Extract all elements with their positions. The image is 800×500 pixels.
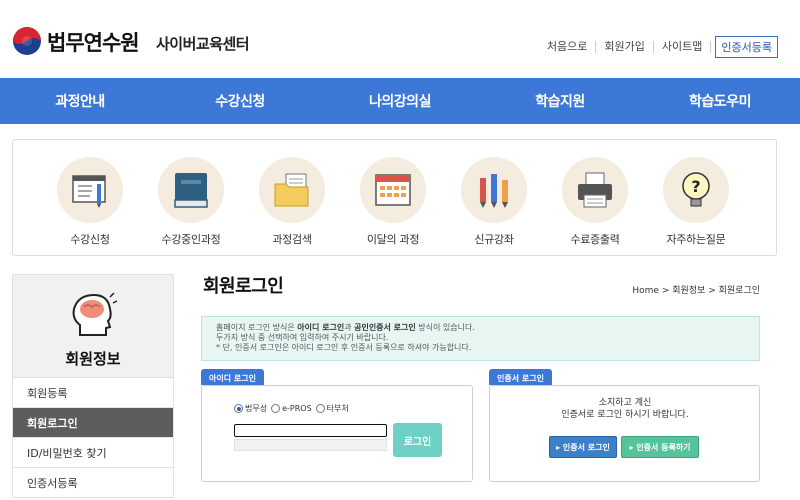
radio-label: 법무성 [245,404,268,413]
sidebar-item-member-register[interactable]: 회원등록 [12,378,174,408]
nav-learning-help[interactable]: 학습도우미 [640,78,800,124]
quick-item-new-courses[interactable]: 신규강좌 [444,157,544,247]
quick-label: 자주하는질문 [666,233,726,246]
radio-ministry[interactable] [234,404,243,413]
quick-item-faq[interactable]: ? 자주하는질문 [646,157,746,247]
cert-register-top-button[interactable]: 인증서등록 [715,36,778,58]
printer-icon [578,172,612,208]
sidebar-header: 회원정보 [12,274,174,378]
quick-menu: 수강신청 수강중인과정 과정검색 이달의 과정 신규강좌 수료증출력 ? 자주하… [12,139,777,256]
radio-label: e-PROS [282,404,312,413]
signup-link[interactable]: 회원가입 [596,41,654,53]
lightbulb-question-icon: ? [682,172,710,207]
sidebar: 회원정보 회원등록 회원로그인 ID/비밀번호 찾기 인증서등록 [12,274,174,500]
nav-enrollment[interactable]: 수강신청 [160,78,320,124]
sidebar-item-cert-register[interactable]: 인증서등록 [12,468,174,498]
radio-epros[interactable] [271,404,281,413]
nav-course-info[interactable]: 과정안내 [0,78,160,124]
cert-message-line: 소지하고 계신 [598,398,652,408]
notice-text: 방식이 있습니다. [415,323,475,332]
cert-login-message: 소지하고 계신 인증서로 로그인 하시기 바랍니다. [490,397,760,421]
nav-learning-support[interactable]: 학습지원 [480,78,640,124]
cert-login-tab[interactable]: 인증서 로그인 [489,369,552,385]
radio-other-ministry[interactable] [315,404,325,413]
main-navigation: 과정안내 수강신청 나의강의실 학습지원 학습도우미 [0,78,800,124]
quick-item-current-courses[interactable]: 수강중인과정 [141,157,241,247]
head-brain-icon [72,292,118,336]
quick-label: 이달의 과정 [366,233,420,246]
nav-my-classroom[interactable]: 나의강의실 [320,78,480,124]
logo-title[interactable]: 법무연수원 [47,27,140,57]
folder-icon [274,173,309,207]
notice-text: 홈페이지 로그인 방식은 [216,323,298,332]
login-button[interactable]: 로그인 [393,423,442,457]
user-id-input[interactable] [234,424,387,437]
quick-label: 수료증출력 [570,233,620,246]
quick-item-enrollment[interactable]: 수강신청 [40,157,140,247]
quick-label: 수강중인과정 [161,233,221,246]
breadcrumb: Home > 회원정보 > 회원로그인 [632,286,760,296]
notice-line: * 단, 인증서 로그인은 아이디 로그인 후 인증서 등록으로 하셔야 가능합… [216,343,472,352]
quick-label: 과정검색 [272,233,312,246]
quick-item-certificate-print[interactable]: 수료증출력 [545,157,645,247]
notice-emphasis: 공인인증서 로그인 [354,323,416,332]
sitemap-link[interactable]: 사이트맵 [654,41,712,53]
org-radio-group: 법무성 e-PROS 타부처 [234,403,353,414]
notice-line: 두가지 방식 중 선택하여 입력하여 주시기 바랍니다. [216,333,389,342]
login-notice: 홈페이지 로그인 방식은 아이디 로그인과 공인인증서 로그인 방식이 있습니다… [201,316,760,361]
radio-label: 타부처 [326,404,349,413]
cert-register-button[interactable]: ▸ 인증서 등록하기 [621,436,699,458]
sidebar-item-find-id-password[interactable]: ID/비밀번호 찾기 [12,438,174,468]
notice-emphasis: 아이디 로그인 [297,323,345,332]
svg-text:?: ? [691,177,700,196]
logo-subtitle[interactable]: 사이버교육센터 [156,33,250,54]
notice-text: 과 [344,323,355,332]
cert-message-line: 인증서로 로그인 하시기 바랍니다. [561,410,689,420]
home-link[interactable]: 처음으로 [539,41,597,53]
cert-login-button[interactable]: ▸ 인증서 로그인 [549,436,617,458]
id-login-tab[interactable]: 아이디 로그인 [201,369,264,385]
sidebar-item-member-login[interactable]: 회원로그인 [12,408,174,438]
pencils-icon [480,174,508,208]
calendar-icon [375,174,411,206]
password-input[interactable] [234,439,387,451]
quick-label: 신규강좌 [474,233,514,246]
government-emblem-icon[interactable] [12,26,42,56]
quick-label: 수강신청 [70,233,110,246]
top-utility-links: 처음으로 회원가입 사이트맵 인증서등록 [539,36,778,58]
registration-form-icon [72,175,106,208]
site-header: 법무연수원 사이버교육센터 처음으로 회원가입 사이트맵 인증서등록 [0,0,800,78]
quick-item-course-search[interactable]: 과정검색 [242,157,342,247]
sidebar-title: 회원정보 [65,350,121,368]
quick-item-monthly-course[interactable]: 이달의 과정 [343,157,443,247]
page-title: 회원로그인 [203,276,284,297]
book-icon [174,173,208,208]
